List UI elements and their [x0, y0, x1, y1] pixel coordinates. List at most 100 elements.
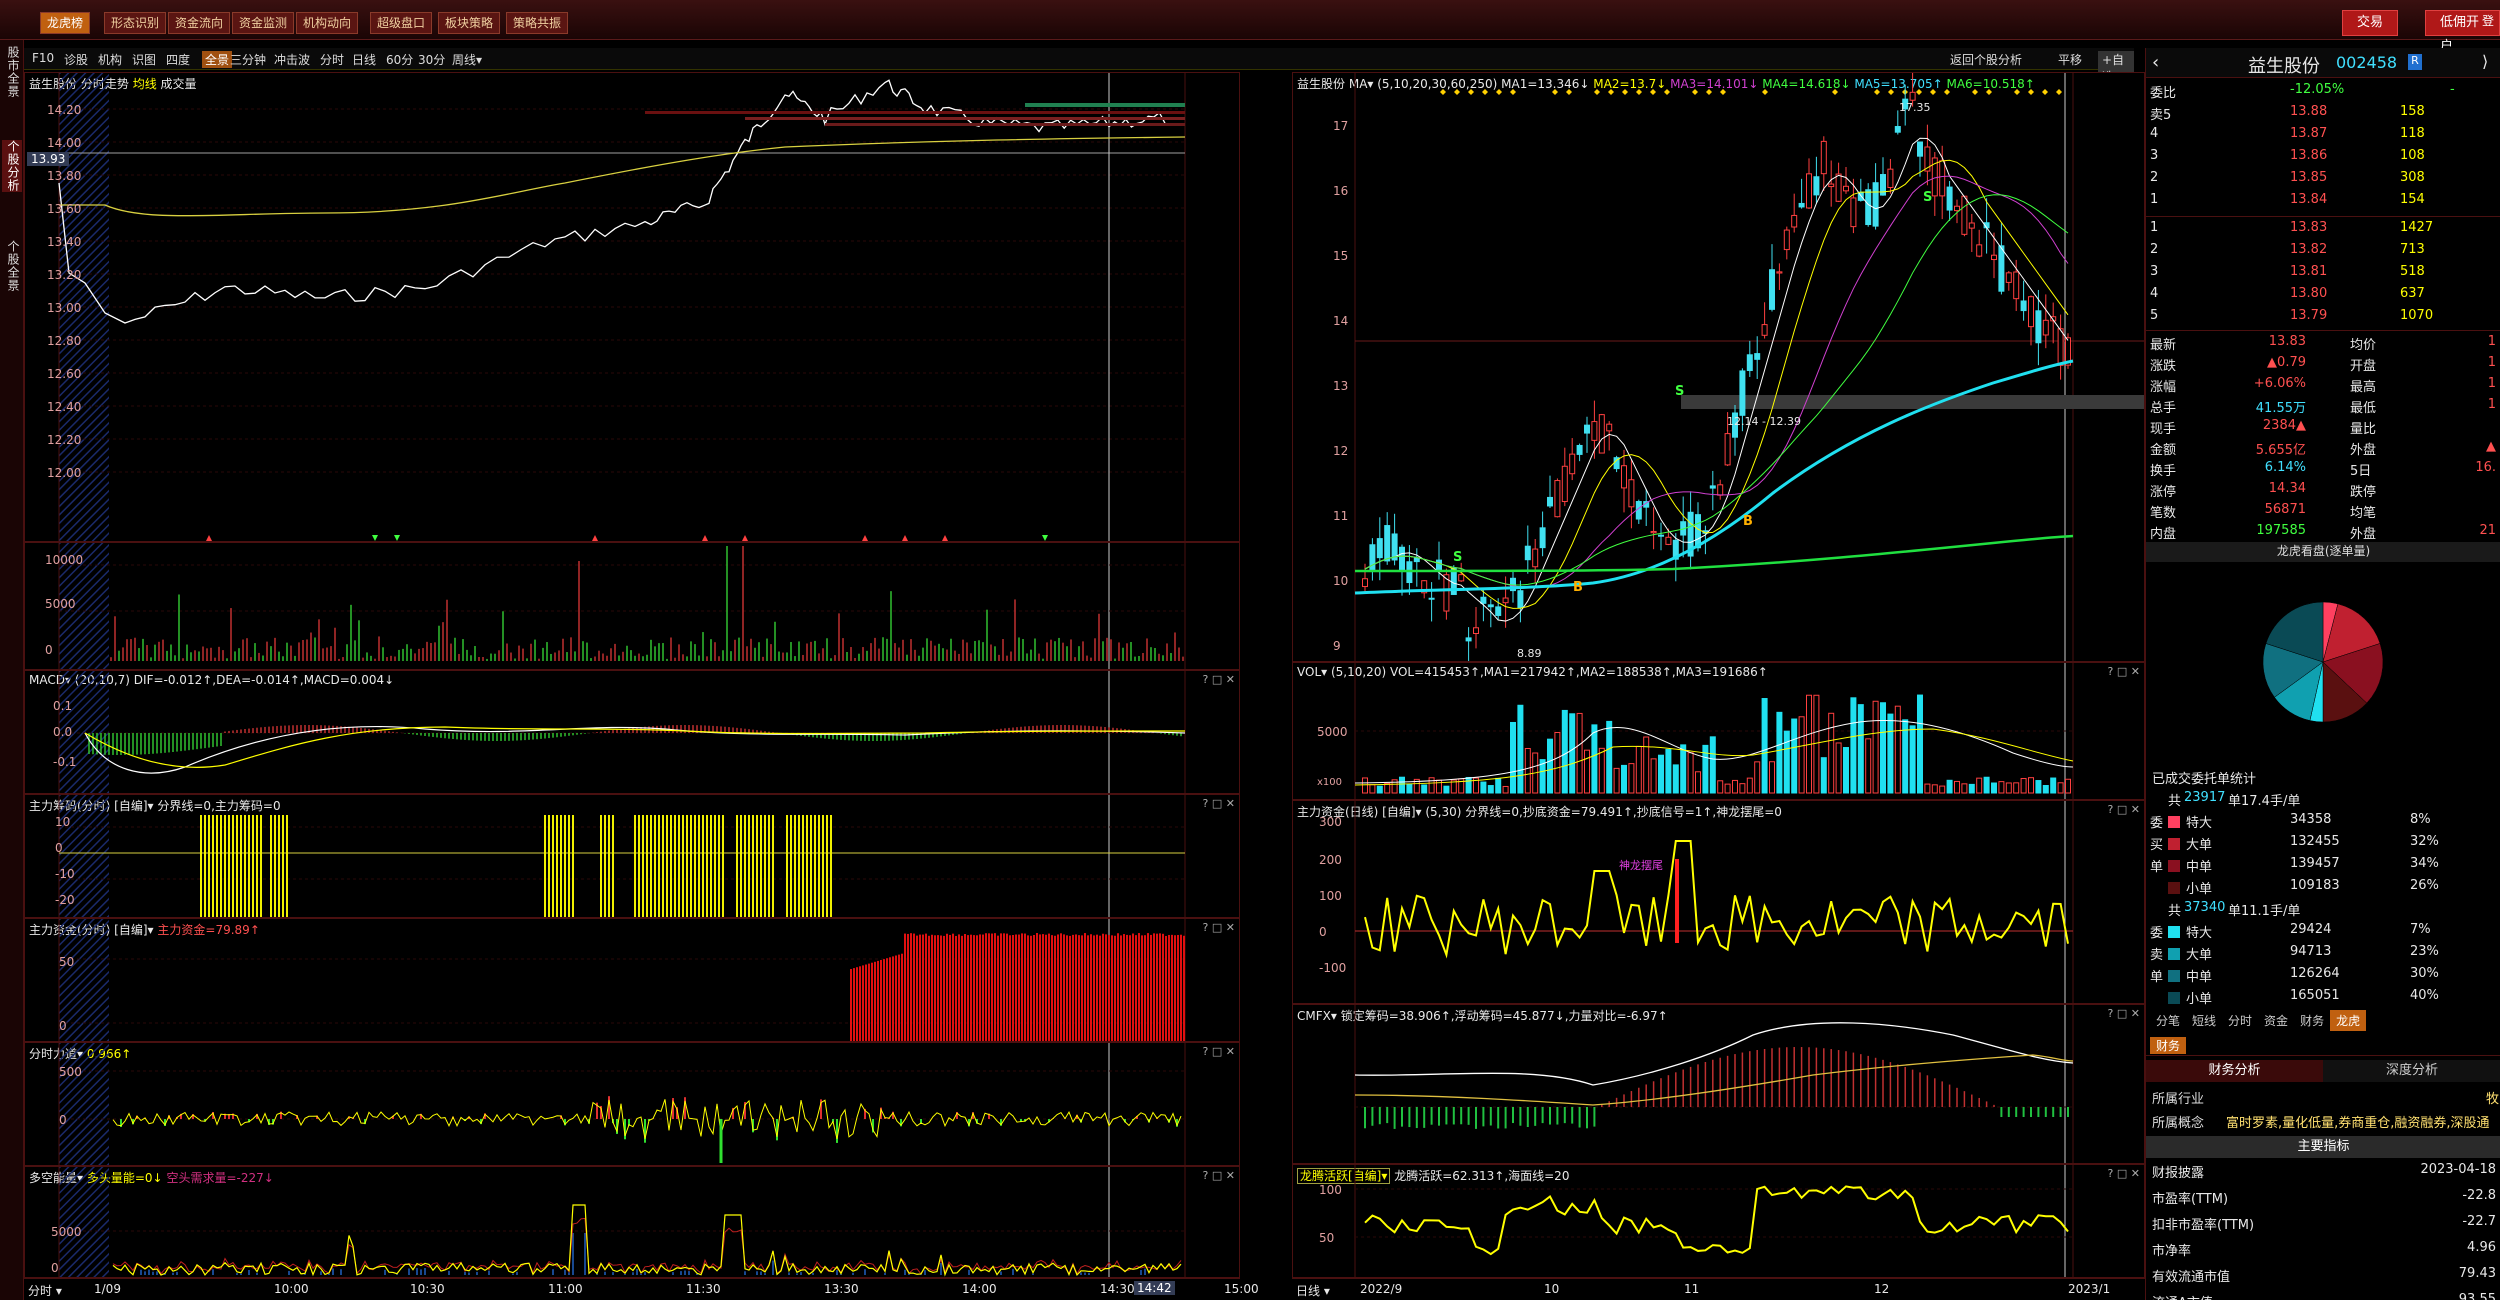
daily-vol-tick: 5000: [1317, 725, 1348, 739]
kline-candle: [1547, 496, 1553, 507]
quote-tab[interactable]: 龙虎: [2330, 1010, 2367, 1031]
order-side: 单: [2150, 970, 2164, 985]
daily-volume-bar: [1968, 783, 1975, 794]
quote-tab[interactable]: 分笔: [2150, 1010, 2186, 1031]
finance-row: 财报披露 2023-04-18: [2150, 1162, 2496, 1184]
login-button[interactable]: 登: [2482, 12, 2494, 29]
quote-tabs: 分笔 短线 分时 资金 财务 龙虎: [2150, 1010, 2367, 1032]
quote-tab[interactable]: 财务: [2294, 1010, 2330, 1031]
ask-volume: 118: [2400, 126, 2425, 141]
bid-volume: 713: [2400, 242, 2425, 257]
chart-tool-item[interactable]: 周线▾: [452, 51, 482, 68]
kline-candle: [1598, 414, 1605, 454]
toolbar-button[interactable]: 机构动向: [296, 12, 359, 34]
tab-market-overview[interactable]: 股市全景: [2, 46, 22, 98]
kline-candle: [1754, 353, 1761, 360]
moving-average-line: [1364, 175, 2069, 589]
order-volume: 29424: [2290, 922, 2332, 937]
kline-candle: [1465, 637, 1472, 642]
time-tick-label: 15:00: [1224, 1282, 1259, 1296]
tab-stock-panorama[interactable]: 个股全景: [2, 240, 22, 292]
toolbar-button[interactable]: 板块策略: [438, 12, 501, 34]
chart-tool-item[interactable]: 冲击波: [274, 51, 310, 68]
bid-row[interactable]: 1 13.83 1427: [2150, 220, 2496, 242]
ask-row[interactable]: 4 13.87 118: [2150, 126, 2496, 148]
time-tick-label: 13:30: [824, 1282, 859, 1296]
quote-tab[interactable]: 短线: [2186, 1010, 2222, 1031]
kline-candle: [1606, 423, 1613, 432]
signal-diamond: [1636, 89, 1642, 95]
intraday-period-select[interactable]: 分时 ▾: [28, 1282, 62, 1299]
daily-volume-bar: [1421, 784, 1428, 794]
chart-tool-item[interactable]: 分时: [320, 51, 344, 68]
bid-row[interactable]: 4 13.80 637: [2150, 286, 2496, 308]
bid-row[interactable]: 3 13.81 518: [2150, 264, 2496, 286]
chips-tick-label: -20: [55, 893, 75, 907]
quote-tab[interactable]: 资金: [2258, 1010, 2294, 1031]
tab-finance-analysis[interactable]: 财务分析: [2146, 1060, 2323, 1082]
weibi-label: 委比: [2150, 86, 2177, 101]
tab-deep-analysis[interactable]: 深度分析: [2323, 1060, 2500, 1082]
daily-volume-bar: [2057, 782, 2064, 794]
kline-candle: [1776, 271, 1783, 274]
r-badge-icon[interactable]: R: [2408, 54, 2422, 70]
stat-label: 均价: [2350, 338, 2377, 353]
kline-candle: [1746, 354, 1753, 372]
signal-diamond: [1986, 89, 1992, 95]
chart-tool-item[interactable]: 机构: [98, 51, 122, 68]
daily-volume-bar: [1739, 783, 1746, 794]
daily-volume-bar: [1991, 782, 1997, 794]
intraday-force-panel: 分时力道▾ 0.966↑ ? □ ✕ 500 0: [24, 1042, 1240, 1166]
back-icon[interactable]: ‹: [2152, 52, 2159, 73]
chart-nav-item[interactable]: 平移: [2058, 51, 2082, 68]
toolbar-button[interactable]: 形态识别: [104, 12, 167, 34]
daily-volume-bar: [1695, 771, 1701, 794]
toolbar-button[interactable]: 资金流向: [168, 12, 231, 34]
toolbar-button[interactable]: 超级盘口: [370, 12, 433, 34]
chart-tool-item[interactable]: 三分钟: [230, 51, 266, 68]
sell-order-row: 委 特大 29424 7%: [2150, 922, 2496, 944]
toolbar-button[interactable]: 策略共振: [506, 12, 569, 34]
quote-tab[interactable]: 分时: [2222, 1010, 2258, 1031]
buy-order-row: 单 中单 139457 34%: [2150, 856, 2496, 878]
chart-tool-item[interactable]: 60分: [386, 51, 413, 68]
cmfx-panel: CMFX▾ 锁定筹码=38.906↑,浮动筹码=45.877↓,力量对比=-6.…: [1292, 1004, 2145, 1164]
chart-tool-item[interactable]: 诊股: [64, 51, 88, 68]
ask-row[interactable]: 3 13.86 108: [2150, 148, 2496, 170]
toolbar-button[interactable]: 龙虎榜: [40, 12, 91, 34]
cost-band: [1025, 103, 1185, 107]
daily-vol-unit: x100: [1317, 777, 1343, 788]
trade-button[interactable]: 交易: [2342, 10, 2399, 36]
toolbar-button[interactable]: 资金监测: [232, 12, 295, 34]
kline-candle: [1717, 484, 1724, 496]
chart-tool-item[interactable]: 识图: [132, 51, 156, 68]
expand-icon[interactable]: ⟩: [2482, 52, 2488, 71]
stat-label: 总手: [2150, 401, 2177, 416]
chart-tool-item[interactable]: 30分: [418, 51, 445, 68]
ask-row[interactable]: 1 13.84 154: [2150, 192, 2496, 214]
daily-time-tick: 11: [1684, 1282, 1700, 1296]
chart-tool-item[interactable]: 四度: [166, 51, 190, 68]
stat-label: 外盘: [2350, 443, 2377, 458]
chart-tool-item[interactable]: F10: [32, 51, 54, 65]
stat-row: 换手 6.14% 5日 16.: [2150, 460, 2496, 482]
chart-tool-item[interactable]: 全景: [202, 51, 233, 68]
buy-summary: 共 23917 单17.4手/单: [2150, 790, 2496, 812]
bid-row[interactable]: 2 13.82 713: [2150, 242, 2496, 264]
kline-candle: [2005, 272, 2012, 283]
daily-volume-bar: [1598, 747, 1605, 794]
chart-tool-item[interactable]: 日线: [352, 51, 376, 68]
daily-period-select[interactable]: 日线 ▾: [1296, 1282, 1330, 1299]
ask-row[interactable]: 2 13.85 308: [2150, 170, 2496, 192]
daily-volume-bar: [1547, 738, 1553, 794]
daily-volume-bar: [1554, 731, 1561, 794]
tab-stock-analysis[interactable]: 个股分析: [2, 140, 22, 192]
legend-swatch: [2168, 882, 2180, 894]
bid-row[interactable]: 5 13.79 1070: [2150, 308, 2496, 330]
chart-nav-item[interactable]: 返回个股分析: [1950, 51, 2022, 68]
signal-diamond: [1468, 89, 1474, 95]
signal-diamond: [1888, 89, 1894, 95]
ask-row[interactable]: 卖5 13.88 158: [2150, 104, 2496, 126]
finance-tab[interactable]: 财务: [2150, 1037, 2187, 1054]
moving-average-line: [1364, 194, 2069, 586]
